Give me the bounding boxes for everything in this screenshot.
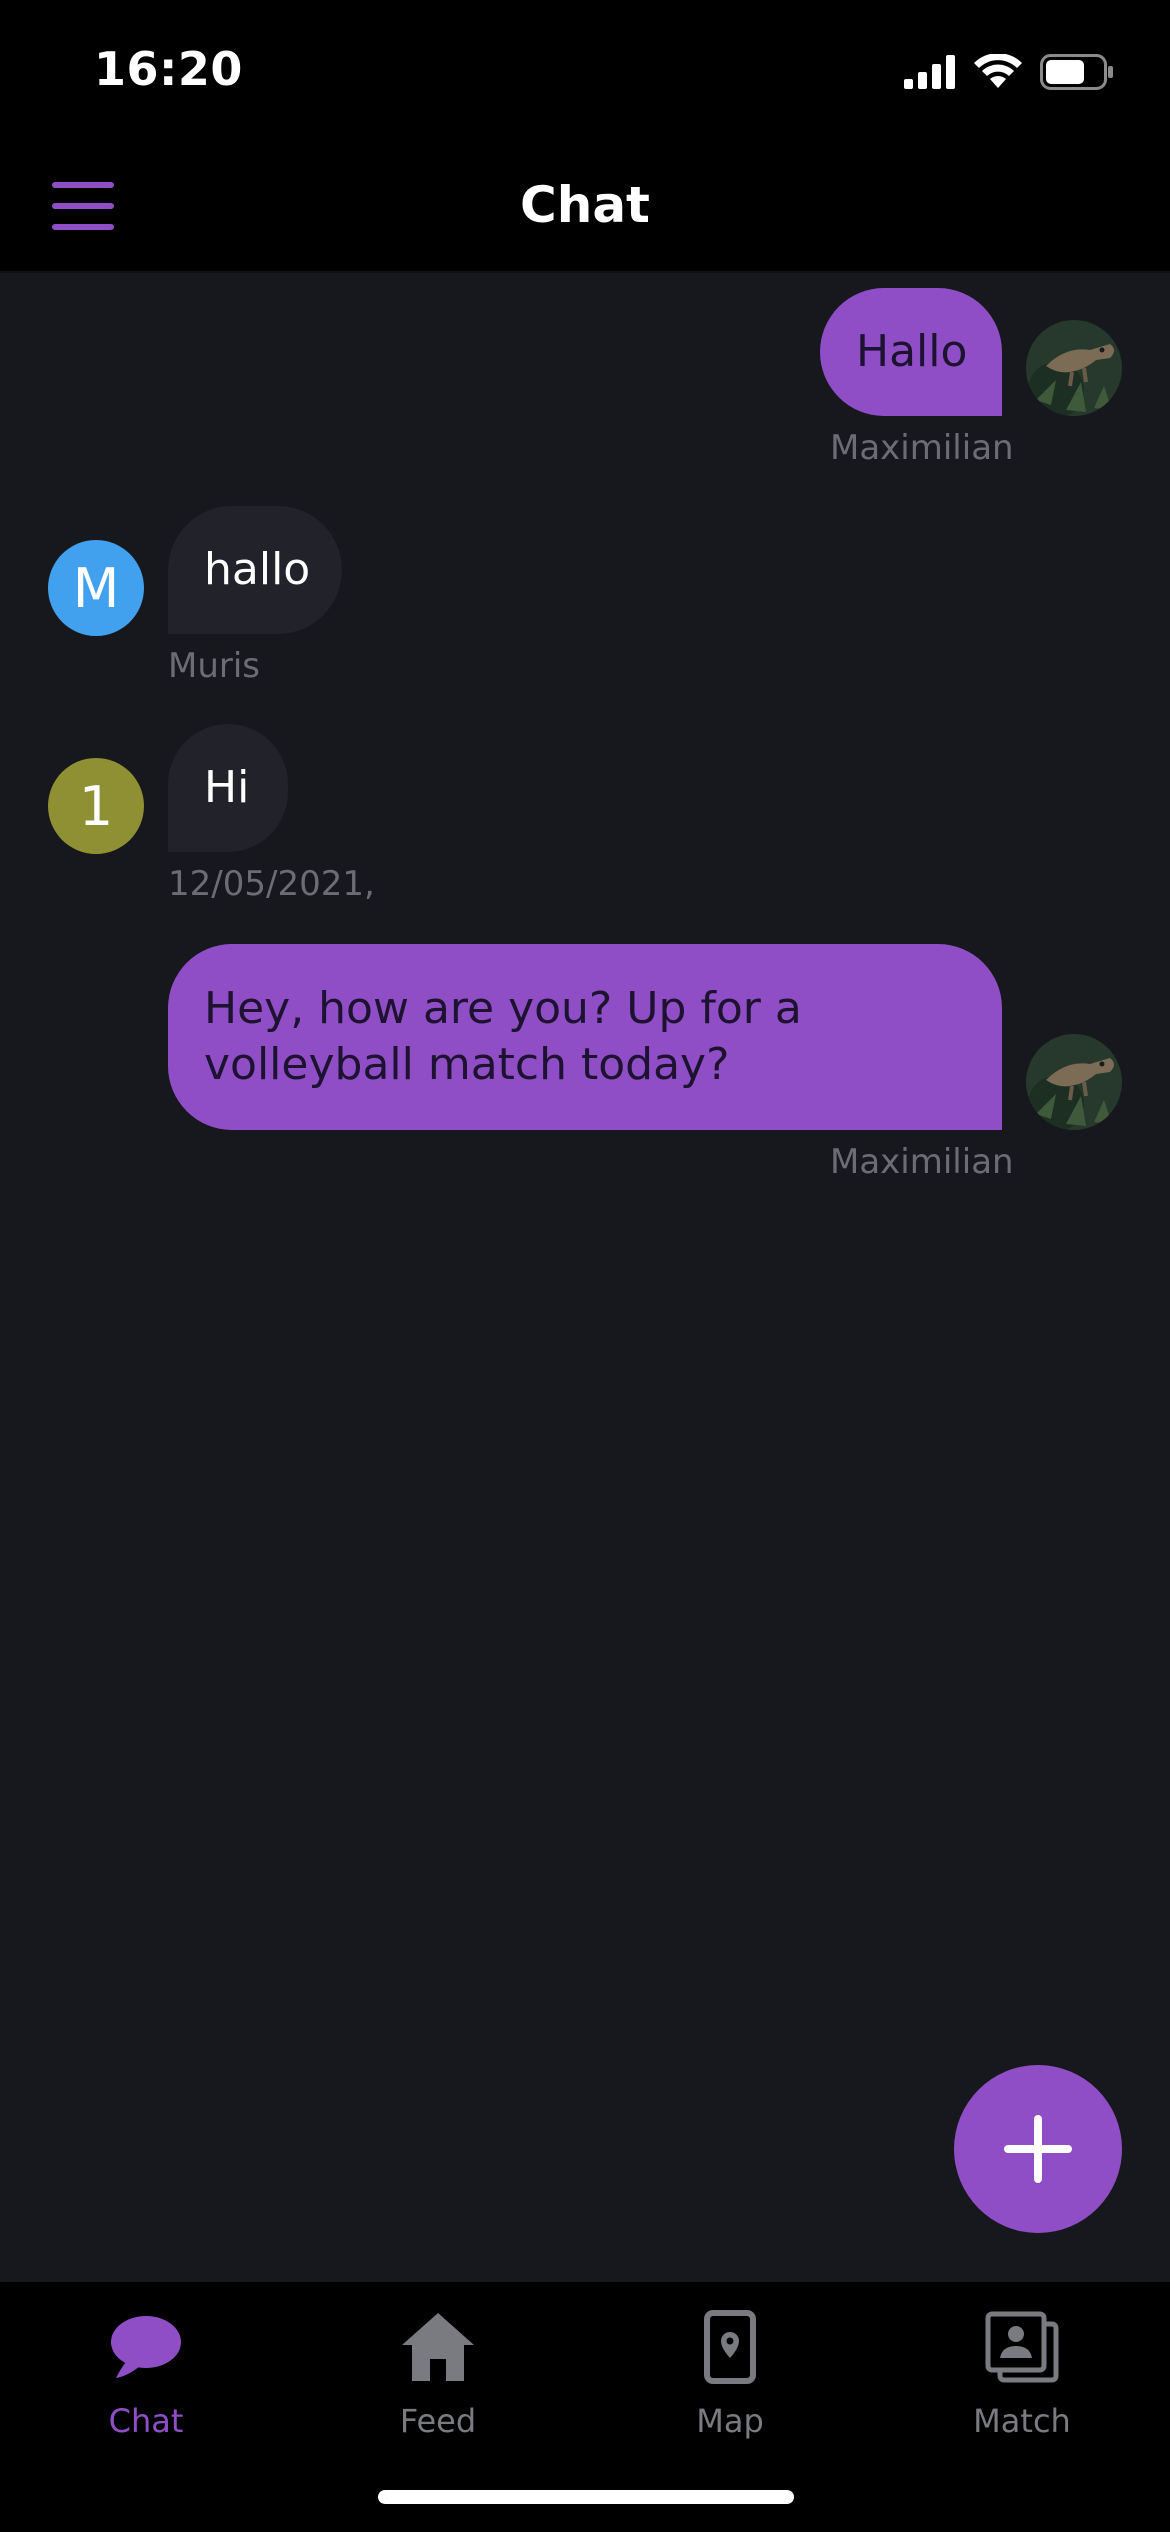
message-bubble-incoming[interactable]: hallo	[168, 506, 342, 634]
message-sender: Muris	[168, 646, 261, 686]
nav-label: Map	[696, 2402, 764, 2440]
cellular-signal-icon	[904, 55, 955, 89]
nav-item-feed[interactable]: Feed	[292, 2302, 584, 2462]
message-sender: Maximilian	[830, 1142, 1014, 1182]
status-bar: 16:20	[0, 0, 1170, 140]
message-sender: Maximilian	[830, 428, 1014, 468]
home-indicator[interactable]	[378, 2490, 794, 2504]
message-text: Hi	[204, 762, 250, 813]
battery-icon	[1040, 54, 1113, 90]
nav-label: Match	[973, 2402, 1071, 2440]
app-bar: Chat	[0, 140, 1170, 273]
avatar-maximilian[interactable]	[1026, 1034, 1122, 1130]
new-chat-button[interactable]	[954, 2065, 1122, 2233]
home-icon	[402, 2313, 474, 2381]
message-text: hallo	[204, 544, 311, 595]
message-text: Hallo	[856, 326, 968, 377]
message-timestamp: 12/05/2021,	[168, 864, 375, 904]
nav-label: Feed	[399, 2402, 477, 2440]
nav-item-match[interactable]: Match	[876, 2302, 1168, 2462]
page-title: Chat	[520, 176, 650, 234]
nav-label: Chat	[108, 2402, 184, 2440]
avatar-letter: 1	[78, 774, 114, 838]
message-text: Hey, how are you? Up for a volleyball ma…	[204, 983, 802, 1090]
wifi-icon	[974, 54, 1022, 88]
avatar-letter: M	[72, 556, 120, 620]
avatar-muris[interactable]: M	[48, 540, 144, 636]
match-cards-icon	[985, 2311, 1059, 2383]
message-bubble-outgoing[interactable]: Hallo	[820, 288, 1002, 416]
dinosaur-photo-avatar	[1026, 320, 1122, 416]
chat-screen: 16:20 Chat Hallo Maximilian M hallo Muri…	[0, 0, 1170, 2532]
avatar-maximilian[interactable]	[1026, 320, 1122, 416]
message-bubble-outgoing[interactable]: Hey, how are you? Up for a volleyball ma…	[168, 944, 1002, 1130]
nav-item-chat[interactable]: Chat	[0, 2302, 292, 2462]
status-icons	[904, 52, 1114, 92]
nav-item-map[interactable]: Map	[584, 2302, 876, 2462]
status-time: 16:20	[94, 42, 243, 96]
avatar-user-1[interactable]: 1	[48, 758, 144, 854]
chat-bubble-icon	[111, 2316, 181, 2378]
message-bubble-incoming[interactable]: Hi	[168, 724, 288, 852]
dinosaur-photo-avatar	[1026, 1034, 1122, 1130]
map-phone-pin-icon	[704, 2310, 756, 2384]
plus-icon	[1004, 2115, 1072, 2183]
